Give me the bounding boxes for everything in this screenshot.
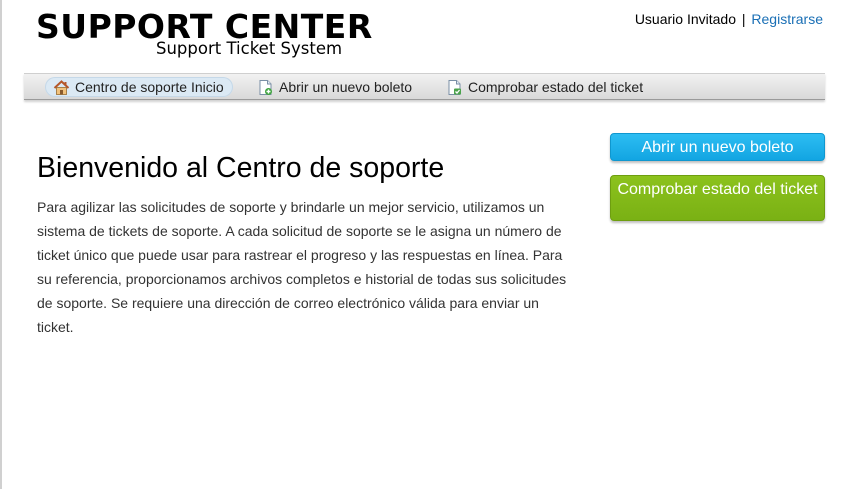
nav-item-ticket-status[interactable]: Comprobar estado del ticket — [446, 77, 643, 97]
logo-subtitle: Support Ticket System — [156, 39, 343, 58]
user-links-separator: | — [741, 11, 746, 27]
new-ticket-icon — [259, 79, 272, 95]
open-new-ticket-button[interactable]: Abrir un nuevo boleto — [610, 133, 825, 161]
guest-user-label: Usuario Invitado — [634, 11, 736, 27]
support-center-page: SUPPORT CENTER Support Ticket System Usu… — [0, 0, 841, 489]
main-nav: Centro de soporte Inicio Abrir un nuevo … — [24, 73, 825, 100]
register-link[interactable]: Registrarse — [751, 11, 823, 27]
user-info: Usuario Invitado | Registrarse — [635, 11, 823, 27]
check-ticket-status-button[interactable]: Comprobar estado del ticket — [610, 175, 825, 221]
ticket-status-icon — [448, 79, 461, 95]
nav-item-home[interactable]: Centro de soporte Inicio — [45, 77, 233, 97]
page-title: Bienvenido al Centro de soporte — [37, 152, 445, 184]
welcome-paragraph: Para agilizar las solicitudes de soporte… — [37, 199, 567, 335]
nav-item-new-ticket-label: Abrir un nuevo boleto — [279, 79, 413, 95]
home-icon — [53, 79, 70, 95]
logo[interactable]: SUPPORT CENTER Support Ticket System — [36, 8, 372, 64]
nav-item-ticket-status-label: Comprobar estado del ticket — [468, 79, 644, 95]
nav-item-new-ticket[interactable]: Abrir un nuevo boleto — [257, 77, 412, 97]
nav-item-home-label: Centro de soporte Inicio — [75, 79, 224, 95]
